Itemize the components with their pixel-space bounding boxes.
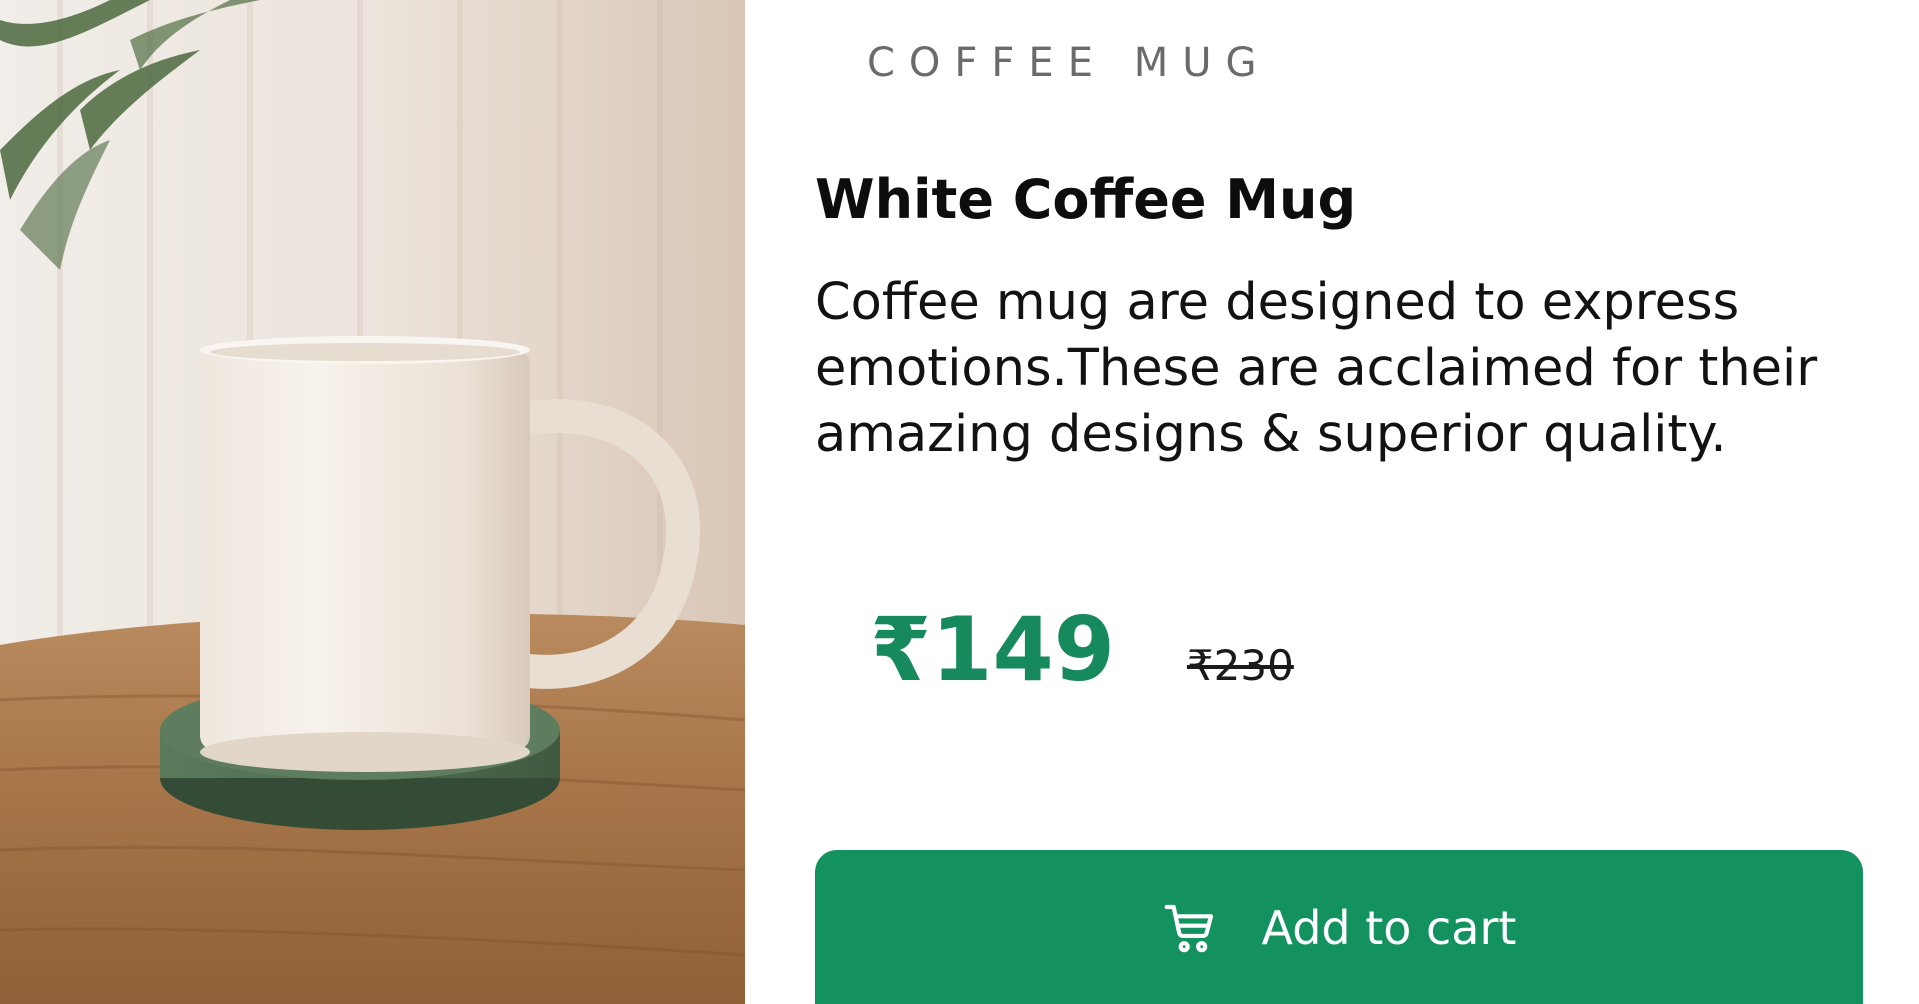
price-row: ₹149 ₹230 xyxy=(870,598,1294,701)
product-image xyxy=(0,0,745,1004)
add-to-cart-content: Add to cart xyxy=(1162,896,1517,960)
product-category: COFFEE MUG xyxy=(867,40,1271,86)
cart-icon xyxy=(1162,900,1218,956)
product-description: Coffee mug are designed to express emoti… xyxy=(815,273,1818,464)
add-to-cart-label: Add to cart xyxy=(1261,901,1517,955)
product-details: COFFEE MUG White Coffee Mug Coffee mug a… xyxy=(745,0,1919,1004)
product-title: White Coffee Mug xyxy=(815,168,1357,231)
add-to-cart-button[interactable]: Add to cart xyxy=(815,850,1863,1004)
original-price: ₹230 xyxy=(1186,641,1294,690)
product-card: COFFEE MUG White Coffee Mug Coffee mug a… xyxy=(0,0,1919,1004)
current-price: ₹149 xyxy=(870,598,1115,701)
